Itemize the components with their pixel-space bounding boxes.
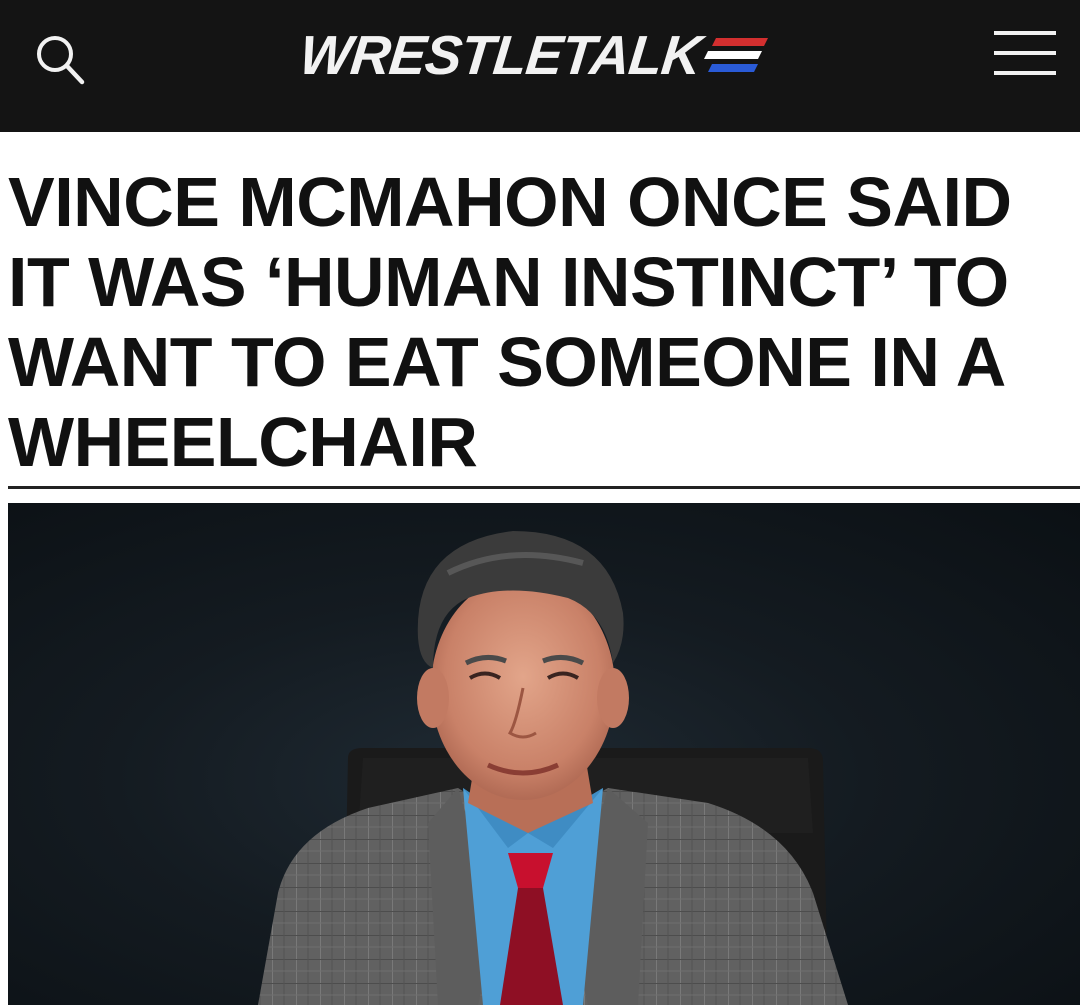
site-header: WRESTLETALK bbox=[0, 0, 1080, 132]
article-headline[interactable]: VINCE MCMAHON ONCE SAID IT WAS ‘HUMAN IN… bbox=[8, 162, 1072, 482]
hamburger-menu-icon bbox=[994, 31, 1056, 75]
logo-text: WRESTLETALK bbox=[296, 23, 704, 86]
search-button[interactable] bbox=[24, 24, 96, 96]
site-logo[interactable]: WRESTLETALK bbox=[296, 22, 772, 88]
menu-button[interactable] bbox=[980, 18, 1070, 88]
logo-flag-stripes bbox=[704, 38, 769, 72]
search-icon bbox=[37, 36, 85, 85]
portrait-illustration bbox=[258, 531, 848, 1005]
headline-divider bbox=[8, 486, 1080, 489]
article-hero-image[interactable] bbox=[8, 503, 1080, 1005]
